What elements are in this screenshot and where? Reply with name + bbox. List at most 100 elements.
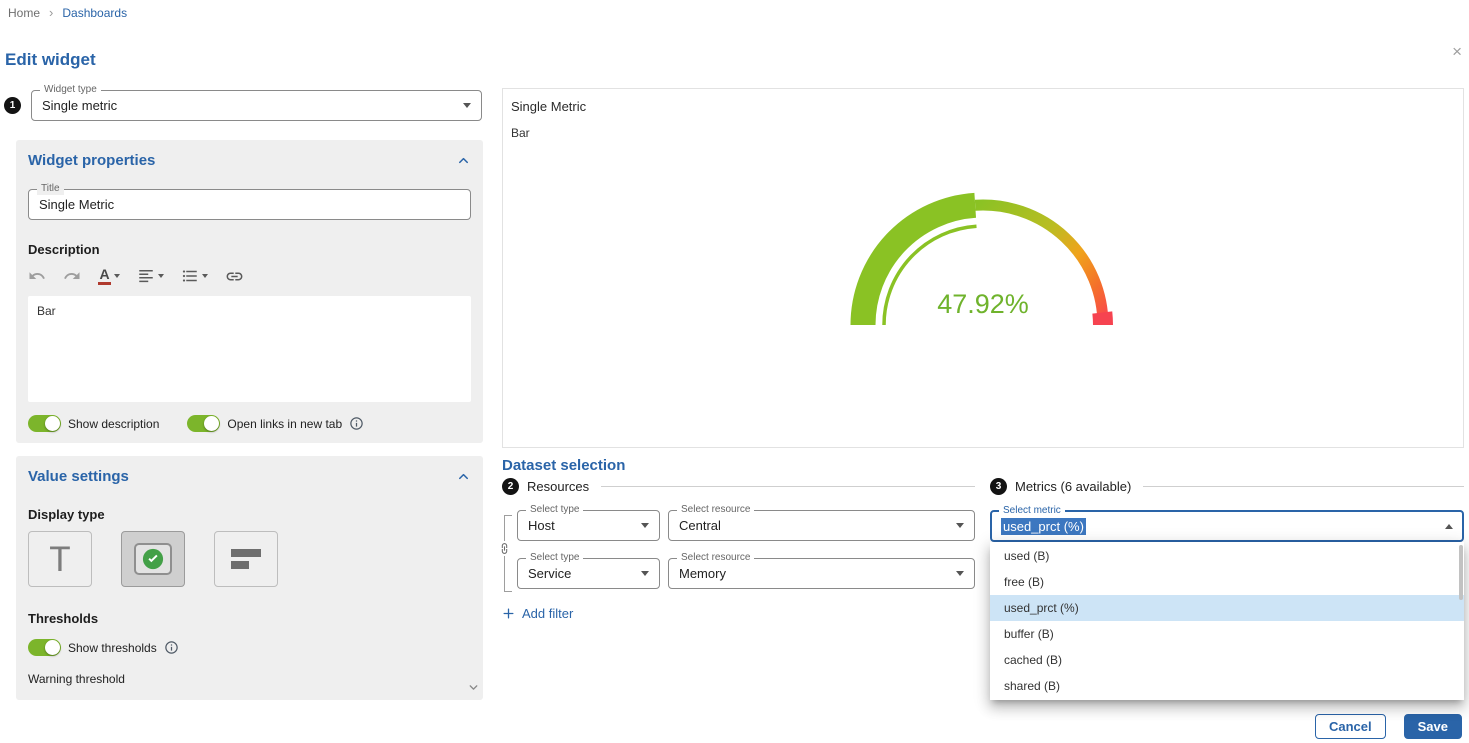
metric-select-value: used_prct (%) [1001, 518, 1086, 535]
widget-properties-panel: Widget properties Title Description A [16, 140, 483, 443]
breadcrumb-chevron-icon: › [49, 5, 53, 20]
widget-type-value: Single metric [42, 98, 117, 113]
chevron-down-icon [114, 274, 120, 278]
preview-title: Single Metric [511, 99, 1455, 114]
open-links-new-tab-toggle[interactable] [187, 415, 220, 432]
resource-select[interactable]: Select resource Memory [668, 558, 975, 589]
resource-value: Central [679, 518, 721, 533]
cancel-button[interactable]: Cancel [1315, 714, 1386, 739]
resource-type-select[interactable]: Select type Host [517, 510, 660, 541]
add-filter-label: Add filter [522, 606, 573, 621]
chevron-down-icon [956, 571, 964, 576]
widget-type-row: 1 Widget type Single metric [4, 90, 482, 121]
show-description-label: Show description [68, 417, 159, 431]
chevron-down-icon [202, 274, 208, 278]
link-icon[interactable] [225, 267, 244, 286]
widget-preview-panel: Single Metric Bar 47.92% [502, 88, 1464, 448]
redo-icon[interactable] [63, 267, 81, 285]
step-2-badge: 2 [502, 478, 519, 495]
resource-type-label: Select type [526, 504, 583, 516]
resource-type-value: Service [528, 566, 571, 581]
chevron-up-icon [1445, 524, 1453, 529]
menu-item-used[interactable]: used (B) [990, 543, 1464, 569]
menu-item-cached[interactable]: cached (B) [990, 647, 1464, 673]
align-text-button[interactable] [137, 267, 164, 285]
metrics-label: Metrics (6 available) [1015, 479, 1131, 494]
breadcrumb-dashboards-link[interactable]: Dashboards [62, 6, 127, 20]
resource-label: Select resource [677, 552, 754, 564]
breadcrumb: Home › Dashboards [8, 5, 127, 20]
preview-description: Bar [511, 126, 1455, 140]
warning-threshold-label: Warning threshold [28, 672, 471, 686]
title-input[interactable] [39, 197, 460, 212]
chevron-down-icon [641, 571, 649, 576]
show-description-toggle[interactable] [28, 415, 61, 432]
value-settings-heading: Value settings [28, 468, 129, 485]
resource-type-select[interactable]: Select type Service [517, 558, 660, 589]
menu-scrollbar[interactable] [1459, 545, 1463, 600]
display-type-options: T [28, 531, 471, 587]
menu-item-free[interactable]: free (B) [990, 569, 1464, 595]
description-label: Description [28, 242, 471, 257]
link-resources-icon [498, 541, 511, 556]
info-icon[interactable] [164, 640, 179, 655]
metric-select[interactable]: Select metric used_prct (%) [990, 510, 1464, 542]
show-thresholds-label: Show thresholds [68, 641, 157, 655]
divider [1143, 486, 1464, 487]
text-color-button[interactable]: A [98, 267, 120, 285]
resource-select[interactable]: Select resource Central [668, 510, 975, 541]
step-3-badge: 3 [990, 478, 1007, 495]
dataset-selection-heading: Dataset selection [502, 457, 625, 474]
add-filter-button[interactable]: Add filter [502, 606, 573, 621]
title-field-label: Title [37, 183, 64, 195]
show-thresholds-toggle[interactable] [28, 639, 61, 656]
save-button[interactable]: Save [1404, 714, 1462, 739]
metrics-section: 3 Metrics (6 available) Select metric us… [990, 478, 1464, 542]
text-display-icon: T [49, 542, 70, 577]
resource-type-label: Select type [526, 552, 583, 564]
info-icon[interactable] [349, 416, 364, 431]
widget-type-label: Widget type [40, 84, 101, 96]
text-color-letter: A [99, 267, 109, 281]
undo-icon[interactable] [28, 267, 46, 285]
scroll-down-chevron-icon[interactable] [467, 681, 480, 697]
description-textarea[interactable]: Bar [28, 296, 471, 402]
display-type-bar-button[interactable] [214, 531, 278, 587]
chevron-down-icon [956, 523, 964, 528]
widget-properties-heading: Widget properties [28, 152, 155, 169]
display-type-gauge-button[interactable] [121, 531, 185, 587]
widget-type-select[interactable]: Widget type Single metric [31, 90, 482, 121]
close-icon[interactable]: × [1452, 43, 1462, 60]
resource-row: Select type Service Select resource Memo… [517, 558, 975, 589]
resource-row: Select type Host Select resource Central [517, 510, 975, 541]
title-field[interactable]: Title [28, 189, 471, 220]
chevron-down-icon [158, 274, 164, 278]
display-type-label: Display type [28, 507, 471, 522]
gauge-display-icon [134, 543, 172, 575]
check-circle-icon [142, 548, 164, 570]
list-format-button[interactable] [181, 267, 208, 285]
breadcrumb-home-link[interactable]: Home [8, 6, 40, 20]
open-links-new-tab-label: Open links in new tab [227, 417, 342, 431]
plus-icon [502, 607, 515, 620]
thresholds-label: Thresholds [28, 611, 471, 626]
gauge-critical-marker [1102, 313, 1103, 326]
bar-display-icon [231, 549, 261, 569]
page-title: Edit widget [5, 50, 96, 70]
collapse-chevron-up-icon[interactable] [456, 469, 471, 484]
divider [601, 486, 975, 487]
resource-label: Select resource [677, 504, 754, 516]
description-toolbar: A [28, 266, 471, 286]
menu-item-used-prct[interactable]: used_prct (%) [990, 595, 1464, 621]
metric-select-label: Select metric [999, 505, 1065, 517]
text-color-swatch [98, 282, 111, 285]
resources-label: Resources [527, 479, 589, 494]
menu-item-buffer[interactable]: buffer (B) [990, 621, 1464, 647]
menu-item-shared[interactable]: shared (B) [990, 673, 1464, 699]
resource-value: Memory [679, 566, 726, 581]
collapse-chevron-up-icon[interactable] [456, 153, 471, 168]
value-settings-panel: Value settings Display type T Thresholds… [16, 456, 483, 700]
display-type-text-button[interactable]: T [28, 531, 92, 587]
step-1-badge: 1 [4, 97, 21, 114]
footer-actions: Cancel Save [1315, 714, 1462, 739]
